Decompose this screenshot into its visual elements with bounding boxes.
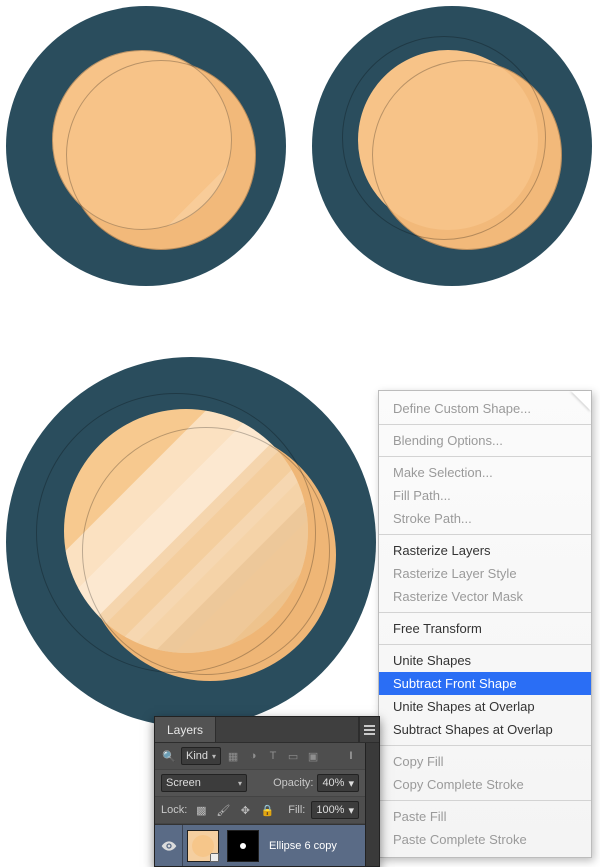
selection-outline xyxy=(372,60,562,250)
menu-separator xyxy=(379,612,591,613)
layer-row[interactable]: Ellipse 6 copy xyxy=(155,824,365,866)
illustration-coin-1 xyxy=(6,6,286,286)
layer-filter-row: 🔍 Kind ▾ ▦ ◑ T ▭ ▣ ⏽ xyxy=(155,743,365,770)
menu-item: Copy Complete Stroke xyxy=(379,773,591,796)
filter-toggle-icon[interactable]: ⏽ xyxy=(343,748,359,764)
menu-item[interactable]: Subtract Shapes at Overlap xyxy=(379,718,591,741)
menu-item[interactable]: Unite Shapes xyxy=(379,649,591,672)
lock-position-icon[interactable]: ✥ xyxy=(237,802,253,818)
menu-separator xyxy=(379,745,591,746)
menu-separator xyxy=(379,644,591,645)
chevron-down-icon: ▾ xyxy=(348,777,354,790)
lock-image-icon[interactable]: 🖌 xyxy=(215,802,231,818)
menu-item: Paste Complete Stroke xyxy=(379,828,591,857)
fill-label: Fill: xyxy=(288,804,305,816)
menu-separator xyxy=(379,800,591,801)
shape-badge-icon xyxy=(210,853,219,862)
filter-smart-icon[interactable]: ▣ xyxy=(305,748,321,764)
filter-type-icon[interactable]: T xyxy=(265,748,281,764)
filter-kind-select[interactable]: Kind ▾ xyxy=(181,747,221,765)
selection-outline xyxy=(82,427,330,675)
chevron-down-icon: ▾ xyxy=(238,779,242,788)
eye-icon xyxy=(161,838,177,854)
lock-transparent-icon[interactable]: ▩ xyxy=(193,802,209,818)
menu-item: Make Selection... xyxy=(379,461,591,484)
menu-item: Rasterize Layer Style xyxy=(379,562,591,585)
panel-scrollbar[interactable] xyxy=(365,743,379,866)
menu-item[interactable]: Rasterize Layers xyxy=(379,539,591,562)
lock-fill-row: Lock: ▩ 🖌 ✥ 🔒 Fill: 100% ▾ xyxy=(155,797,365,824)
illustration-coin-2 xyxy=(312,6,592,286)
layers-panel-body: 🔍 Kind ▾ ▦ ◑ T ▭ ▣ ⏽ Screen ▾ xyxy=(155,743,379,866)
menu-item[interactable]: Subtract Front Shape xyxy=(379,672,591,695)
menu-item: Paste Fill xyxy=(379,805,591,828)
filter-shape-icon[interactable]: ▭ xyxy=(285,748,301,764)
menu-item[interactable]: Unite Shapes at Overlap xyxy=(379,695,591,718)
menu-separator xyxy=(379,424,591,425)
menu-item: Copy Fill xyxy=(379,750,591,773)
filter-adjust-icon[interactable]: ◑ xyxy=(245,748,261,764)
layers-panel: Layers 🔍 Kind ▾ ▦ ◑ T ▭ ▣ ⏽ Scre xyxy=(154,716,380,867)
filter-pixel-icon[interactable]: ▦ xyxy=(225,748,241,764)
layer-mask-thumbnail[interactable] xyxy=(227,830,259,862)
selection-outline xyxy=(66,60,256,250)
menu-item: Blending Options... xyxy=(379,429,591,452)
illustration-coin-large xyxy=(6,357,376,727)
blend-mode-value: Screen xyxy=(166,777,201,789)
layer-name[interactable]: Ellipse 6 copy xyxy=(263,840,365,852)
lock-label: Lock: xyxy=(161,804,187,816)
context-menu[interactable]: Define Custom Shape... Blending Options..… xyxy=(378,390,592,858)
blend-mode-select[interactable]: Screen ▾ xyxy=(161,774,247,792)
visibility-toggle[interactable] xyxy=(155,825,183,866)
opacity-input[interactable]: 40% ▾ xyxy=(317,774,359,792)
panel-spacer xyxy=(216,717,359,742)
layer-thumbnail[interactable] xyxy=(187,830,219,862)
panel-menu-icon[interactable] xyxy=(359,717,379,742)
fill-input[interactable]: 100% ▾ xyxy=(311,801,359,819)
menu-item: Rasterize Vector Mask xyxy=(379,585,591,608)
blend-opacity-row: Screen ▾ Opacity: 40% ▾ xyxy=(155,770,365,797)
chevron-down-icon: ▾ xyxy=(212,752,216,761)
opacity-value: 40% xyxy=(322,777,344,789)
chevron-down-icon: ▾ xyxy=(348,804,354,817)
menu-separator xyxy=(379,456,591,457)
lock-all-icon[interactable]: 🔒 xyxy=(259,802,275,818)
menu-item: Fill Path... xyxy=(379,484,591,507)
menu-separator xyxy=(379,534,591,535)
layers-panel-titlebar: Layers xyxy=(155,717,379,743)
menu-item[interactable]: Free Transform xyxy=(379,617,591,640)
opacity-label: Opacity: xyxy=(273,777,313,789)
filter-kind-label: Kind xyxy=(186,750,208,762)
menu-item: Stroke Path... xyxy=(379,507,591,530)
layers-tab[interactable]: Layers xyxy=(155,717,216,742)
menu-item: Define Custom Shape... xyxy=(379,391,591,420)
fill-value: 100% xyxy=(316,804,344,816)
search-icon[interactable]: 🔍 xyxy=(161,748,177,764)
